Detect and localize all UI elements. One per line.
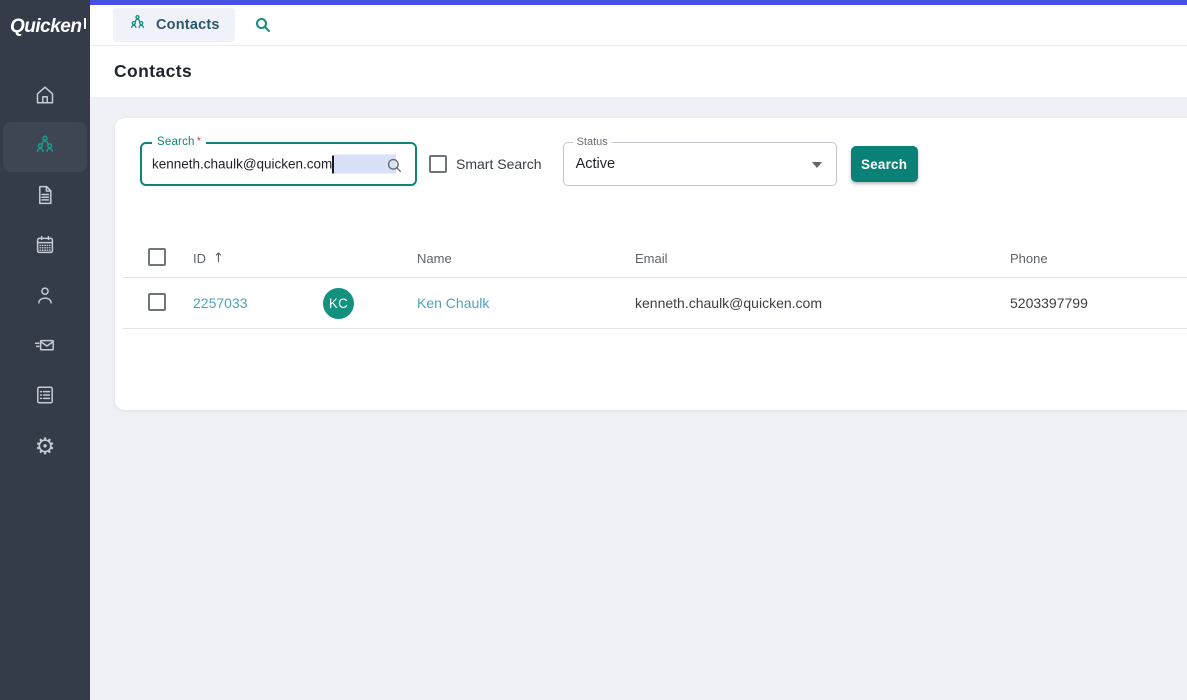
calendar-icon (33, 233, 57, 262)
contact-name-link[interactable]: Ken Chaulk (417, 295, 489, 311)
filters-row: Search* kenneth.chaulk@quicken.com (140, 118, 1187, 186)
search-input[interactable]: Search* kenneth.chaulk@quicken.com (140, 142, 417, 186)
contact-phone: 5203397799 (1010, 295, 1187, 311)
sidebar-item-forms[interactable] (3, 372, 87, 422)
search-field-magnifier-icon[interactable] (385, 156, 404, 180)
contacts-card: Search* kenneth.chaulk@quicken.com (115, 118, 1187, 410)
sidebar-nav: ⚙ (0, 72, 90, 472)
column-header-email[interactable]: Email (635, 251, 1010, 266)
contacts-table: ID ↑ Name Email Phone 2257033 KC Ken Cha… (123, 240, 1187, 329)
contact-email: kenneth.chaulk@quicken.com (635, 295, 1010, 311)
status-select[interactable]: Status Active (563, 142, 837, 186)
send-mail-icon (33, 333, 57, 362)
search-field-label: Search* (152, 136, 206, 148)
content-area: Search* kenneth.chaulk@quicken.com (90, 97, 1187, 700)
required-asterisk: * (197, 136, 202, 148)
title-bar: Contacts (90, 46, 1187, 97)
document-icon (33, 183, 57, 212)
smart-search-option: Smart Search (429, 155, 542, 173)
table-header-row: ID ↑ Name Email Phone (123, 240, 1187, 278)
settings-gear-icon: ⚙ (35, 436, 56, 459)
tab-bar: Contacts (90, 5, 1187, 46)
contacts-group-icon (33, 133, 57, 162)
sidebar: Quicken (0, 0, 90, 700)
brand-logo: Quicken (0, 0, 90, 55)
tab-contacts-label: Contacts (156, 17, 220, 33)
sidebar-item-contacts[interactable] (3, 122, 87, 172)
sidebar-item-settings[interactable]: ⚙ (3, 422, 87, 472)
app-window: Quicken (0, 0, 1187, 700)
page-title: Contacts (114, 61, 192, 82)
smart-search-label: Smart Search (456, 156, 542, 172)
table-row: 2257033 KC Ken Chaulk kenneth.chaulk@qui… (123, 278, 1187, 329)
home-icon (33, 83, 57, 112)
contact-avatar[interactable]: KC (323, 288, 354, 319)
row-checkbox[interactable] (148, 293, 166, 311)
person-icon (33, 283, 57, 312)
brand-logo-text: Quicken (10, 16, 81, 38)
column-header-id[interactable]: ID ↑ (193, 251, 310, 266)
status-select-label: Status (573, 136, 612, 148)
search-button[interactable]: Search (851, 146, 918, 182)
contact-id-link[interactable]: 2257033 (193, 295, 248, 311)
sidebar-item-home[interactable] (3, 72, 87, 122)
tab-contacts[interactable]: Contacts (113, 8, 235, 42)
main-area: Contacts Contacts Search* (90, 0, 1187, 700)
sidebar-item-mail[interactable] (3, 322, 87, 372)
sidebar-item-person[interactable] (3, 272, 87, 322)
sidebar-item-calendar[interactable] (3, 222, 87, 272)
chevron-down-icon (812, 162, 822, 168)
global-search-icon[interactable] (254, 16, 272, 34)
sidebar-item-documents[interactable] (3, 172, 87, 222)
status-selected-value: Active (576, 156, 616, 172)
column-header-phone[interactable]: Phone (1010, 251, 1187, 266)
select-all-checkbox[interactable] (148, 248, 166, 266)
column-header-name[interactable]: Name (417, 251, 635, 266)
contacts-group-icon (128, 13, 147, 37)
brand-logo-trademark (84, 18, 86, 29)
sort-asc-icon: ↑ (213, 251, 224, 266)
forms-list-icon (33, 383, 57, 412)
smart-search-checkbox[interactable] (429, 155, 447, 173)
search-input-value: kenneth.chaulk@quicken.com (152, 157, 332, 172)
